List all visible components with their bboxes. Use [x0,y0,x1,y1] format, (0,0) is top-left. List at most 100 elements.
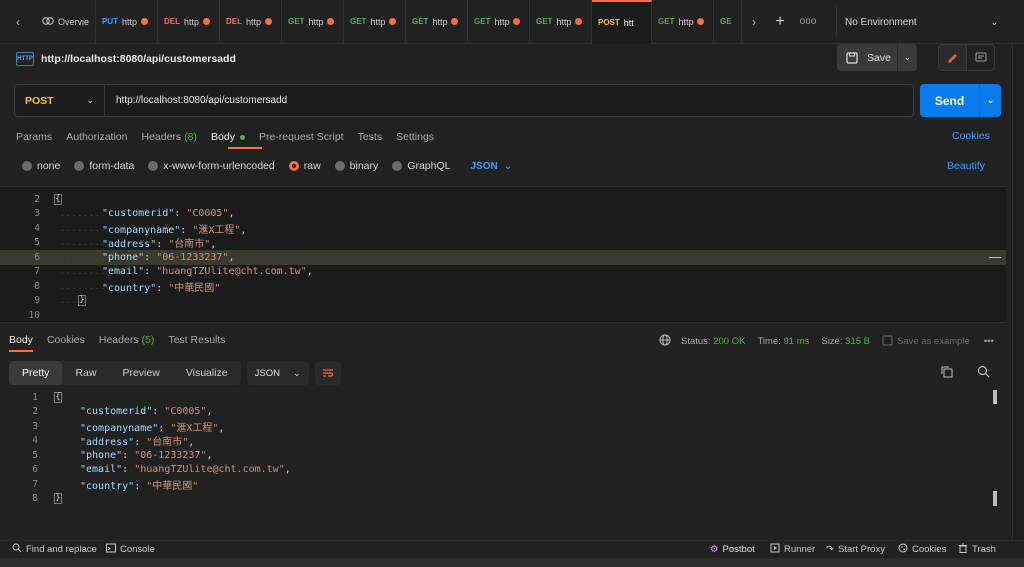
tab-list: Overvie PUT http DEL http DEL http GET http GET ht… [36,0,742,44]
tab-tests[interactable]: Tests [358,128,383,146]
runner-icon [770,543,780,556]
json-value: "中華民國" [146,480,199,492]
tab-prerequest-script[interactable]: Pre-request Script [259,128,344,146]
tab-response-headers-label: Headers [98,334,139,346]
json-value: "台南市" [168,239,211,251]
chevron-left-icon[interactable]: ‹ [0,0,36,44]
view-visualize[interactable]: Visualize [173,361,241,385]
more-options-icon[interactable]: ••• [984,336,994,347]
trash-button[interactable]: Trash [958,543,996,556]
json-key: "email" [80,464,123,476]
whitespace-dots: ........ [60,209,107,219]
view-raw[interactable]: Raw [62,361,109,385]
cookies-link[interactable]: Cookies [952,130,990,142]
wrap-lines-icon[interactable] [314,361,341,385]
tab-response-headers[interactable]: Headers (5) [99,334,154,348]
chevron-right-icon[interactable]: › [742,0,766,44]
runner-button[interactable]: Runner [770,543,815,556]
beautify-link[interactable]: Beautify [947,160,985,172]
find-replace-button[interactable]: Find and replace [12,543,97,556]
code-text: "country": "中華民國" [102,282,221,294]
save-options-chevron-icon[interactable]: ⌄ [897,44,917,71]
pencil-icon[interactable] [939,45,967,70]
request-tab[interactable]: GET http [282,0,344,44]
save-icon [837,51,867,64]
tab-response-body[interactable]: Body [9,334,33,348]
trash-icon [958,543,968,556]
json-value: "中華民國" [168,282,221,294]
request-tab[interactable]: DEL http [220,0,282,44]
tab-label: http [308,16,324,27]
request-body-editor[interactable]: 2 { 3 ........ "customerid": "C0005", 4 … [0,186,1006,323]
radio-raw[interactable]: raw [288,160,321,172]
cookies-status-button[interactable]: Cookies [898,543,946,556]
code-text: "companyname": "滙X工程", [102,224,247,236]
request-tab[interactable]: POST htt [592,0,652,44]
save-as-example-label: Save as example [896,336,970,347]
console-button[interactable]: Console [106,543,155,556]
comment-icon[interactable] [967,45,994,70]
postbot-button[interactable]: ⚙ Postbot [710,544,755,555]
send-options-chevron-icon[interactable]: ⌄ [979,84,1001,117]
scrollbar-thumb[interactable] [993,390,997,404]
request-title[interactable]: http://localhost:8080/api/customersadd [41,53,236,65]
environment-selector[interactable]: No Environment ⌄ [836,6,1006,38]
cookie-icon [898,543,908,556]
search-icon[interactable] [977,365,990,381]
request-tab[interactable]: GE [714,0,742,44]
radio-form-data[interactable]: form-data [74,160,134,172]
method-select[interactable]: POST ⌄ [15,85,105,116]
save-button[interactable]: Save ⌄ [837,44,917,71]
overview-icon [42,16,54,28]
tab-method: GET [288,17,305,26]
tab-params[interactable]: Params [16,128,52,146]
editor-line: 9 .... } [0,294,1006,309]
request-tab[interactable]: GET http [406,0,468,44]
send-button[interactable]: Send ⌄ [920,84,1001,117]
url-input[interactable] [105,85,913,116]
editor-line: 4 ........ "companyname": "滙X工程", [0,221,1006,236]
format-label: JSON [470,160,498,172]
tab-headers[interactable]: Headers (8) [141,128,197,146]
request-tab[interactable]: GET http [652,0,714,44]
request-tab[interactable]: Overvie [36,0,96,44]
tab-tests-label: Tests [357,131,383,143]
add-tab-icon[interactable]: + [766,0,794,44]
view-preview[interactable]: Preview [109,361,172,385]
radio-none[interactable]: none [22,160,60,172]
request-tab[interactable]: DEL http [158,0,220,44]
radio-graphql[interactable]: GraphQL [392,160,450,172]
copy-icon[interactable] [940,365,953,381]
unsaved-dot-icon [265,18,273,25]
response-line: 1 { [0,390,62,405]
more-tabs-icon[interactable]: ooo [794,0,822,44]
request-tab[interactable]: GET http [468,0,530,44]
scrollbar-thumb[interactable] [993,491,997,506]
tab-test-results[interactable]: Test Results [168,334,225,348]
postbot-icon: ⚙ [710,544,719,555]
globe-icon[interactable] [659,334,671,349]
postbot-label: Postbot [722,544,755,555]
line-number: 7 [34,266,40,278]
tab-settings[interactable]: Settings [396,128,434,146]
radio-binary[interactable]: binary [334,160,378,172]
tab-method: GET [658,17,675,26]
time-label: Time: [757,336,781,347]
tab-method: GET [474,17,491,26]
tab-response-cookies[interactable]: Cookies [47,334,85,348]
save-as-example-button[interactable]: Save as example [882,335,970,349]
request-tab[interactable]: GET http [344,0,406,44]
status-value: 200 OK [713,336,746,347]
unsaved-dot-icon [575,18,583,25]
tab-authorization[interactable]: Authorization [66,128,127,146]
response-body-viewer[interactable]: 1 { 2 "customerid": "C0005", 3 "companyn… [0,390,1006,510]
tab-method: GET [412,17,429,26]
tab-body[interactable]: Body [211,128,245,146]
radio-urlencoded[interactable]: x-www-form-urlencoded [148,160,275,172]
start-proxy-button[interactable]: ↷ Start Proxy [826,544,885,555]
view-pretty[interactable]: Pretty [9,361,63,385]
request-tab[interactable]: GET http [530,0,592,44]
response-format-select[interactable]: JSON ⌄ [246,361,309,385]
format-select[interactable]: JSON ⌄ [470,161,512,172]
request-tab[interactable]: PUT http [96,0,158,44]
